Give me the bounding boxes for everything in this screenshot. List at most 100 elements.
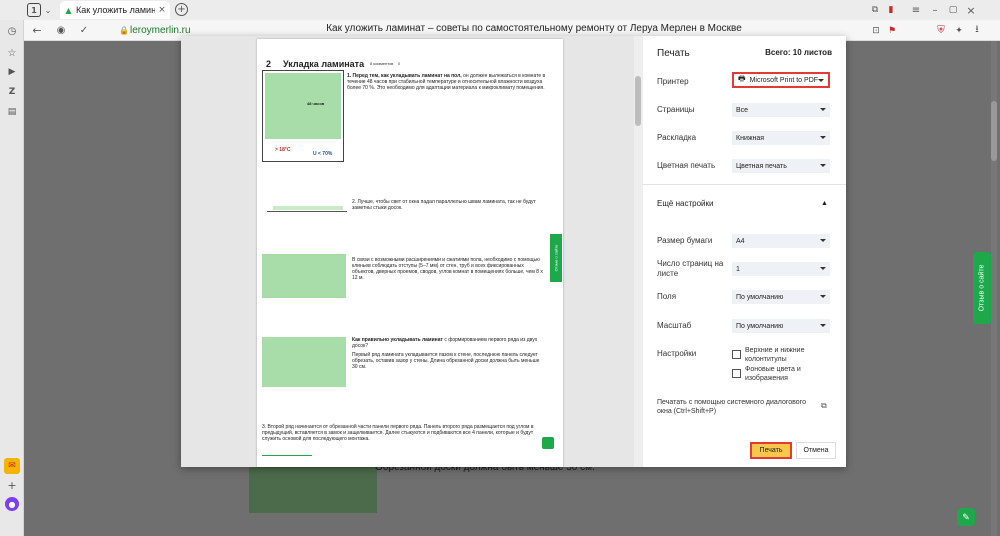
system-dialog-link[interactable]: Печатать с помощью системного диалоговог… [657, 398, 809, 416]
print-title: Печать [657, 48, 690, 59]
alice-icon[interactable]: ● [5, 497, 19, 511]
paper-size-value: A4 [736, 237, 745, 245]
add-panel-icon[interactable]: + [5, 478, 19, 492]
media-icon[interactable]: ▶ [5, 65, 19, 79]
color-value: Цветная печать [736, 162, 787, 170]
chevron-down-icon [820, 164, 826, 167]
external-link-icon[interactable]: ⧉ [821, 401, 829, 410]
mail-icon[interactable]: ✉ [4, 458, 20, 474]
wedges-illustration [262, 254, 346, 298]
pages-select[interactable]: Все [732, 103, 830, 117]
color-select[interactable]: Цветная печать [732, 159, 830, 173]
lock-icon: 🔒 [119, 26, 129, 35]
scale-select[interactable]: По умолчанию [732, 319, 830, 333]
new-tab-button[interactable]: + [175, 3, 188, 16]
close-tab-icon[interactable]: × [158, 5, 166, 15]
tab-active[interactable]: ▲ Как уложить ламинат × [60, 1, 170, 19]
sheet-total: Всего: 10 листов [765, 48, 832, 57]
layout-select[interactable]: Книжная [732, 131, 830, 145]
chevron-down-icon [820, 324, 826, 327]
more-settings-toggle[interactable]: Ещё настройки [657, 199, 713, 208]
cancel-button[interactable]: Отмена [796, 442, 836, 459]
paragraph-first-row-question: Как правильно укладывать ламинат с форми… [352, 337, 544, 349]
pages-per-sheet-select[interactable]: 1 [732, 262, 830, 276]
printer-icon: 🖶 [738, 74, 746, 83]
margins-select[interactable]: По умолчанию [732, 290, 830, 304]
maximize-icon[interactable]: ▢ [946, 2, 960, 18]
chevron-down-icon [820, 239, 826, 242]
section-meta: 8 комментов 0 [370, 61, 400, 66]
menu-icon[interactable]: ≡ [909, 2, 923, 18]
green-rule [262, 455, 312, 456]
edit-fab[interactable]: ✎ [957, 508, 975, 526]
reader-icon[interactable]: ⊡ [869, 23, 883, 38]
temperature-label: > 18°C [275, 147, 291, 153]
headers-footers-checkbox[interactable] [732, 350, 741, 359]
preview-scrollbar-thumb[interactable] [635, 76, 641, 126]
feedback-tab[interactable]: Отзыв о сайте [973, 252, 991, 324]
print-button[interactable]: Печать [750, 442, 792, 459]
zen-icon[interactable]: Z [5, 85, 19, 99]
chevron-down-icon [820, 267, 826, 270]
preview-edit-icon [542, 437, 554, 449]
edit-icon: ✎ [962, 511, 970, 522]
preview-scrollbar[interactable] [634, 36, 643, 467]
page-scrollbar[interactable] [991, 41, 997, 536]
site-favicon-icon: ▲ [65, 5, 72, 15]
chevron-down-icon[interactable]: ⌄ [42, 3, 54, 17]
page-scrollbar-thumb[interactable] [991, 101, 997, 161]
tab-title: Как уложить ламинат [76, 5, 155, 15]
color-label: Цветная печать [657, 161, 716, 170]
divider [643, 184, 846, 185]
history-icon[interactable]: ◷ [5, 24, 19, 38]
print-dialog: 2 Укладка ламината 8 комментов 0 48 часо… [181, 36, 846, 467]
print-settings-panel: Печать Всего: 10 листов Принтер 🖶 Micros… [643, 36, 846, 467]
close-window-icon[interactable]: × [964, 2, 978, 18]
protect-icon[interactable]: ✓ [77, 23, 91, 38]
pages-value: Все [736, 106, 749, 114]
paper-size-label: Размер бумаги [657, 236, 713, 245]
light-direction-diagram [267, 211, 347, 212]
margins-value: По умолчанию [736, 293, 784, 301]
extensions-icon[interactable]: ✦ [952, 23, 966, 38]
download-icon[interactable]: ⭳ [970, 23, 984, 38]
pages-per-sheet-label: Число страниц на листе [657, 259, 724, 278]
margins-label: Поля [657, 292, 677, 301]
figure-room-acclimation: 48 часов > 18°C U < 70% [262, 70, 344, 162]
profile-icon[interactable]: ◉ [54, 23, 68, 38]
bookmarks-icon[interactable]: ▮ [884, 2, 898, 18]
paragraph-wedges: В связи с возможными расширениями и сжат… [352, 257, 543, 281]
background-graphics-label: Фоновые цвета и изображения [745, 366, 801, 382]
options-label: Настройки [657, 349, 697, 358]
printer-select[interactable]: 🖶 Microsoft Print to PDF [732, 72, 830, 88]
chevron-down-icon [818, 79, 824, 82]
tab-counter-button[interactable]: 1 [27, 3, 41, 17]
collections-icon[interactable]: ▤ [5, 105, 19, 119]
comments-count: 0 [397, 61, 401, 66]
tabs-icon[interactable]: ⧉ [868, 2, 882, 18]
paper-size-select[interactable]: A4 [732, 234, 830, 248]
back-icon[interactable]: ← [30, 23, 44, 38]
scale-label: Масштаб [657, 321, 692, 330]
scale-value: По умолчанию [736, 322, 784, 330]
chevron-up-icon[interactable]: ▲ [821, 200, 828, 207]
bookmark-page-icon[interactable]: ⚑ [885, 23, 899, 38]
layout-label: Раскладка [657, 133, 697, 142]
first-row-illustration [262, 337, 346, 387]
sidebar-rail: ◷ ☆ ▶ Z ▤ ✉ + ● [0, 20, 24, 536]
print-preview: 2 Укладка ламината 8 комментов 0 48 часо… [181, 36, 643, 467]
favorites-icon[interactable]: ☆ [5, 46, 19, 60]
plank-diagram [273, 206, 343, 210]
background-graphics-checkbox[interactable] [732, 369, 741, 378]
chevron-down-icon [820, 295, 826, 298]
background-image [249, 467, 377, 513]
minimize-icon[interactable]: – [928, 2, 942, 18]
url-field[interactable]: 🔒 leroymerlin.ru [119, 23, 191, 38]
paragraph-light: 2. Лучше, чтобы свет от окна падал парал… [352, 199, 536, 211]
section-number: 2 [266, 59, 272, 69]
paragraph-acclimation: 1. Перед тем, как укладывать ламинат на … [347, 73, 547, 91]
preview-sheet: 2 Укладка ламината 8 комментов 0 48 часо… [257, 39, 563, 467]
feedback-tab-label: Отзыв о сайте [978, 264, 986, 312]
url-text: leroymerlin.ru [130, 25, 191, 36]
shield-icon[interactable]: ⛨ [934, 23, 948, 38]
